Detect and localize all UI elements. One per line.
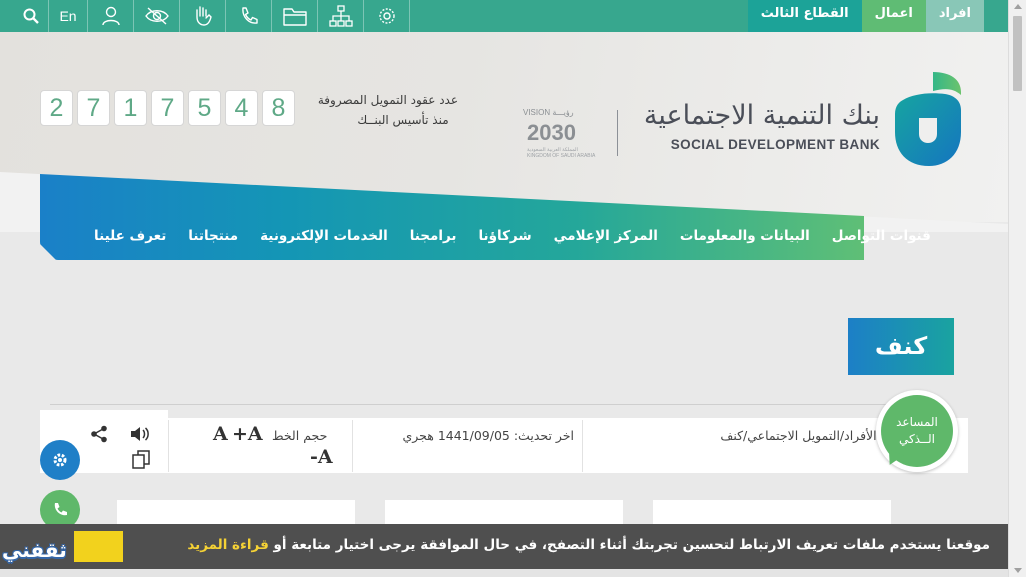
bank-name-arabic: بنك التنمية الاجتماعية — [643, 100, 880, 131]
bank-name-english: SOCIAL DEVELOPMENT BANK — [670, 137, 880, 152]
counter-label-line2: منذ تأسيس البنــك — [357, 113, 449, 127]
cookie-text: موقعنا يستخدم ملفات تعريف الارتباط لتحسي… — [268, 537, 990, 553]
vision-label: VISION رؤيـــة — [523, 108, 574, 117]
info-divider — [168, 420, 169, 472]
scroll-down-arrow-icon[interactable] — [1014, 568, 1022, 573]
tab-individuals[interactable]: افراد — [925, 0, 984, 32]
counter-digit: 7 — [151, 90, 184, 126]
nav-item-products[interactable]: منتجاتنا — [188, 228, 238, 244]
scrollbar[interactable] — [1008, 0, 1026, 577]
counter-digit: 5 — [188, 90, 221, 126]
page-bottom — [0, 569, 1008, 577]
main-nav: تعرف علينا منتجاتنا الخدمات الإلكترونية … — [72, 228, 931, 244]
assistant-line2: الــذكي — [898, 432, 936, 446]
font-reset-button[interactable]: A — [213, 423, 228, 445]
gear-icon — [53, 453, 67, 467]
emblem-icon[interactable] — [364, 0, 410, 32]
counter-digit: 7 — [77, 90, 110, 126]
page-info-bar — [40, 418, 968, 473]
nav-item-contact-channels[interactable]: قنوات التواصل — [832, 228, 931, 244]
eye-off-icon[interactable] — [134, 0, 180, 32]
vision-subtitle: المملكة العربية السعودية KINGDOM OF SAUD… — [527, 147, 596, 159]
counter-digit: 4 — [225, 90, 258, 126]
top-tools: En — [14, 0, 410, 32]
info-divider — [582, 420, 583, 472]
tab-business[interactable]: اعمال — [861, 0, 926, 32]
counter-digit: 1 — [114, 90, 147, 126]
nav-item-e-services[interactable]: الخدمات الإلكترونية — [260, 228, 388, 244]
font-size-label: حجم الخط — [272, 428, 328, 443]
phone-icon[interactable] — [226, 0, 272, 32]
logo-divider — [617, 110, 618, 156]
font-decrease-button[interactable]: -A — [310, 446, 333, 468]
nav-item-media-center[interactable]: المركز الإعلامي — [554, 228, 658, 244]
nav-item-data[interactable]: البيانات والمعلومات — [680, 228, 810, 244]
language-switch[interactable]: En — [48, 0, 88, 32]
watermark: ثقفني — [0, 534, 70, 574]
counter-digit: 8 — [262, 90, 295, 126]
scroll-thumb[interactable] — [1013, 16, 1022, 91]
financing-counter: 2 7 1 7 5 4 8 — [40, 90, 299, 126]
search-icon[interactable] — [14, 0, 48, 32]
cookie-continue-button[interactable] — [74, 531, 123, 562]
folder-icon[interactable] — [272, 0, 318, 32]
watermark-text: ثقفني — [2, 538, 67, 562]
sign-language-icon[interactable] — [180, 0, 226, 32]
nav-item-programs[interactable]: برامجنا — [410, 228, 457, 244]
nav-item-partners[interactable]: شركاؤنا — [478, 228, 531, 244]
phone-icon — [54, 503, 67, 516]
sitemap-icon[interactable] — [318, 0, 364, 32]
scroll-up-arrow-icon[interactable] — [1014, 4, 1022, 9]
settings-button[interactable] — [40, 440, 80, 480]
divider — [50, 404, 945, 405]
info-divider — [352, 420, 353, 472]
share-icon[interactable] — [90, 425, 108, 443]
top-bar: افراد اعمال القطاع الثالث En — [0, 0, 1008, 32]
read-more-link[interactable]: قراءة المزيد — [187, 537, 268, 553]
page-title: كنف — [874, 332, 928, 360]
copy-icon[interactable] — [132, 450, 152, 470]
assistant-line1: المساعد — [896, 415, 938, 429]
cookie-message: موقعنا يستخدم ملفات تعريف الارتباط لتحسي… — [187, 537, 990, 553]
sector-tabs: افراد اعمال القطاع الثالث — [747, 0, 984, 32]
vision-2030-logo: VISION رؤيـــة 2030 المملكة العربية السع… — [523, 108, 599, 162]
page-title-box: كنف — [848, 318, 954, 375]
user-icon[interactable] — [88, 0, 134, 32]
last-updated: اخر تحديث: 1441/09/05 هجري — [402, 428, 575, 443]
bank-logo-icon[interactable] — [893, 70, 963, 168]
vision-year: 2030 — [527, 120, 576, 145]
speaker-icon[interactable] — [130, 425, 150, 443]
counter-digit: 2 — [40, 90, 73, 126]
tab-third-sector[interactable]: القطاع الثالث — [747, 0, 862, 32]
font-increase-button[interactable]: +A — [232, 423, 263, 445]
financing-counter-label: عدد عقود التمويل المصروفة منذ تأسيس البن… — [300, 90, 458, 130]
counter-label-line1: عدد عقود التمويل المصروفة — [317, 93, 458, 107]
nav-item-about[interactable]: تعرف علينا — [94, 228, 166, 244]
